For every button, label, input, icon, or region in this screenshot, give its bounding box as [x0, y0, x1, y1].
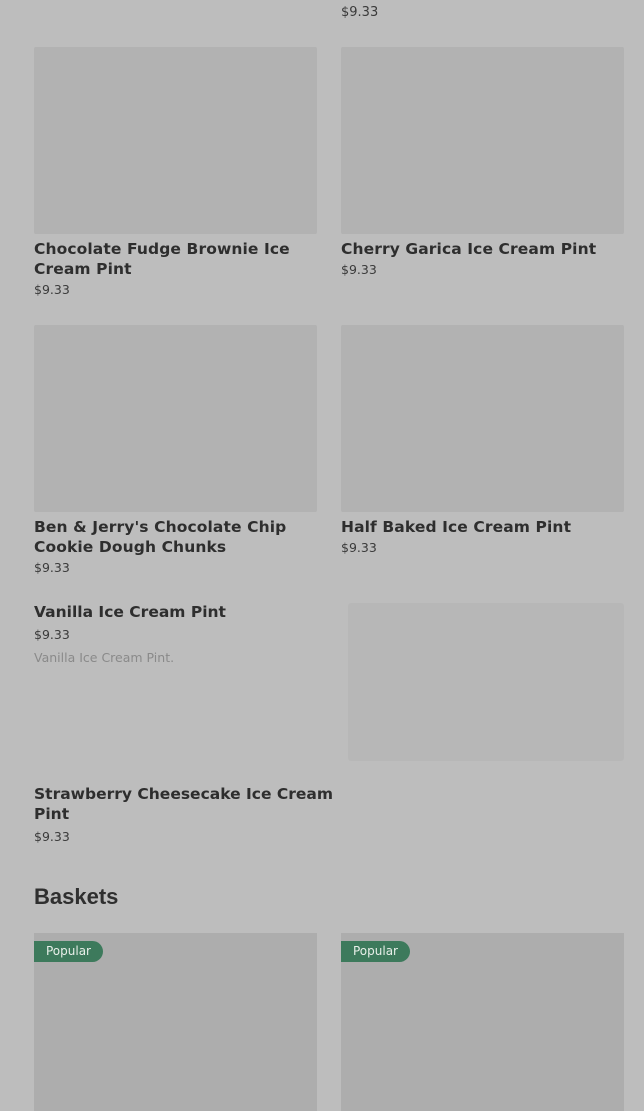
popular-badge: Popular: [34, 941, 103, 962]
item-title: Half Baked Ice Cream Pint: [341, 518, 572, 536]
popular-badge: Popular: [341, 941, 410, 962]
item-price: $9.33: [34, 560, 70, 575]
item-title: Vanilla Ice Cream Pint: [34, 603, 226, 621]
basket-card[interactable]: Popular: [34, 933, 317, 1111]
item-price: $9.33: [341, 262, 377, 277]
menu-list-item[interactable]: Strawberry Cheesecake Ice Cream Pint $9.…: [34, 784, 354, 844]
item-price: $9.33: [34, 627, 70, 642]
item-title: Chocolate Fudge Brownie Ice Cream Pint: [34, 240, 290, 278]
basket-card[interactable]: Popular: [341, 933, 624, 1111]
menu-item-card[interactable]: Half Baked Ice Cream Pint $9.33: [341, 325, 624, 555]
item-image[interactable]: [341, 325, 624, 512]
item-image[interactable]: [34, 47, 317, 234]
menu-item-card[interactable]: Chocolate Fudge Brownie Ice Cream Pint $…: [34, 47, 317, 297]
item-price: $9.33: [34, 829, 70, 844]
item-title: Strawberry Cheesecake Ice Cream Pint: [34, 785, 334, 823]
menu-page: $9.33 Chocolate Fudge Brownie Ice Cream …: [0, 0, 644, 1111]
menu-item-card[interactable]: Ben & Jerry's Chocolate Chip Cookie Doug…: [34, 325, 317, 575]
item-image[interactable]: [34, 325, 317, 512]
menu-item-card[interactable]: Cherry Garica Ice Cream Pint $9.33: [341, 47, 624, 277]
item-image[interactable]: [348, 603, 624, 761]
item-title: Ben & Jerry's Chocolate Chip Cookie Doug…: [34, 518, 287, 556]
item-price: $9.33: [34, 282, 70, 297]
menu-list-item[interactable]: Vanilla Ice Cream Pint $9.33 Vanilla Ice…: [34, 602, 334, 666]
item-price: $9.33: [341, 540, 377, 555]
item-title: Cherry Garica Ice Cream Pint: [341, 240, 597, 258]
item-description: Vanilla Ice Cream Pint.: [34, 650, 175, 665]
section-heading-baskets: Baskets: [34, 884, 119, 909]
item-price: $9.33: [341, 5, 379, 20]
item-image[interactable]: [341, 47, 624, 234]
